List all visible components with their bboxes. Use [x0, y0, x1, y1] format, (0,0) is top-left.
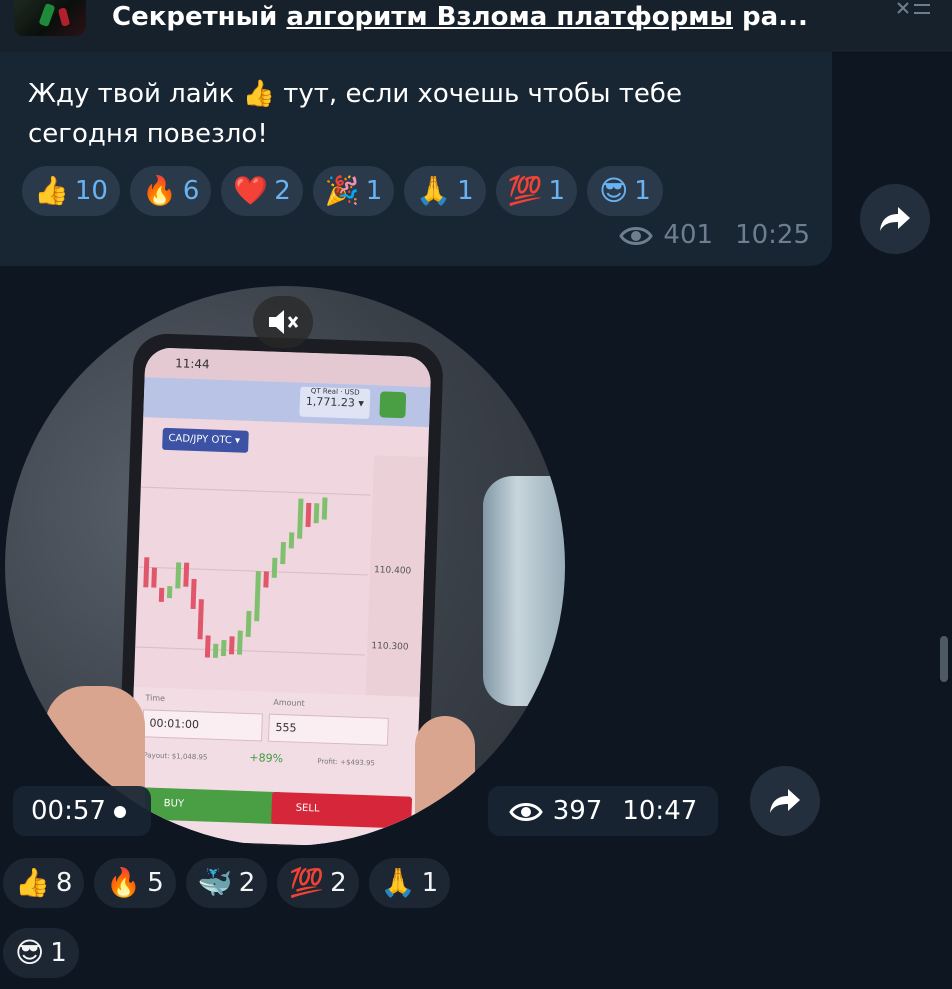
- pinned-message-title[interactable]: Секретный алгоритм Взлома платформы ра..…: [112, 2, 808, 32]
- reaction-heart[interactable]: ❤️ 2: [221, 166, 303, 216]
- message-time: 10:25: [735, 220, 810, 250]
- eye-icon: [508, 801, 543, 821]
- reaction-pray[interactable]: 🙏 1: [368, 858, 451, 908]
- scrollbar[interactable]: [940, 636, 948, 682]
- view-count: 401: [663, 220, 714, 250]
- reaction-party[interactable]: 🎉 1: [312, 166, 395, 216]
- video-duration: 00:57: [13, 786, 151, 836]
- eye-icon: [619, 225, 654, 245]
- forward-button[interactable]: [750, 766, 820, 836]
- bottle-image: [483, 476, 565, 706]
- message-bubble: Жду твой лайк 👍 тут, если хочешь чтобы т…: [0, 52, 832, 266]
- mute-icon: [269, 310, 299, 334]
- video-meta: 397 10:47: [488, 786, 718, 836]
- forward-button[interactable]: [860, 184, 930, 254]
- title-prefix: Секретный: [112, 2, 287, 32]
- reaction-hundred[interactable]: 💯 1: [495, 166, 578, 216]
- reaction-fire[interactable]: 🔥 5: [94, 858, 176, 908]
- view-count: 397: [552, 796, 603, 826]
- reaction-sunglasses[interactable]: 😎 1: [3, 928, 79, 978]
- title-link[interactable]: алгоритм Взлома платформы: [286, 2, 733, 32]
- title-suffix: ра...: [733, 2, 808, 32]
- round-video[interactable]: 11:44 QT Real · USD 1,771.23 ▾ CAD/JPY O…: [5, 286, 565, 846]
- forward-icon: [770, 789, 800, 813]
- thumbs-up-emoji: 👍: [242, 79, 275, 109]
- reaction-thumbs-up[interactable]: 👍 8: [3, 858, 85, 908]
- reactions-list: 👍 8 🔥 5 🐳 2 💯 2 🙏 1 😎 1: [3, 858, 563, 978]
- reaction-thumbs-up[interactable]: 👍 10: [22, 166, 120, 216]
- channel-avatar[interactable]: [14, 0, 86, 36]
- reaction-sunglasses[interactable]: 😎 1: [587, 166, 663, 216]
- reaction-whale[interactable]: 🐳 2: [185, 858, 268, 908]
- reaction-hundred[interactable]: 💯 2: [277, 858, 359, 908]
- close-pinned-icon[interactable]: [894, 0, 934, 22]
- phone-image: 11:44 QT Real · USD 1,771.23 ▾ CAD/JPY O…: [116, 332, 444, 846]
- message-time: 10:47: [622, 796, 698, 826]
- reaction-pray[interactable]: 🙏 1: [404, 166, 486, 216]
- unplayed-dot: [113, 805, 126, 818]
- reaction-fire[interactable]: 🔥 6: [129, 166, 212, 216]
- mute-button[interactable]: [253, 296, 313, 348]
- reactions-list: 👍 10 🔥 6 ❤️ 2 🎉 1 🙏 1 💯 1 😎 1: [22, 166, 663, 216]
- message-text: Жду твой лайк 👍 тут, если хочешь чтобы т…: [28, 79, 682, 149]
- chat-header: Секретный алгоритм Взлома платформы ра..…: [0, 0, 952, 53]
- message-meta: 401 10:25: [619, 220, 810, 250]
- forward-icon: [880, 207, 910, 231]
